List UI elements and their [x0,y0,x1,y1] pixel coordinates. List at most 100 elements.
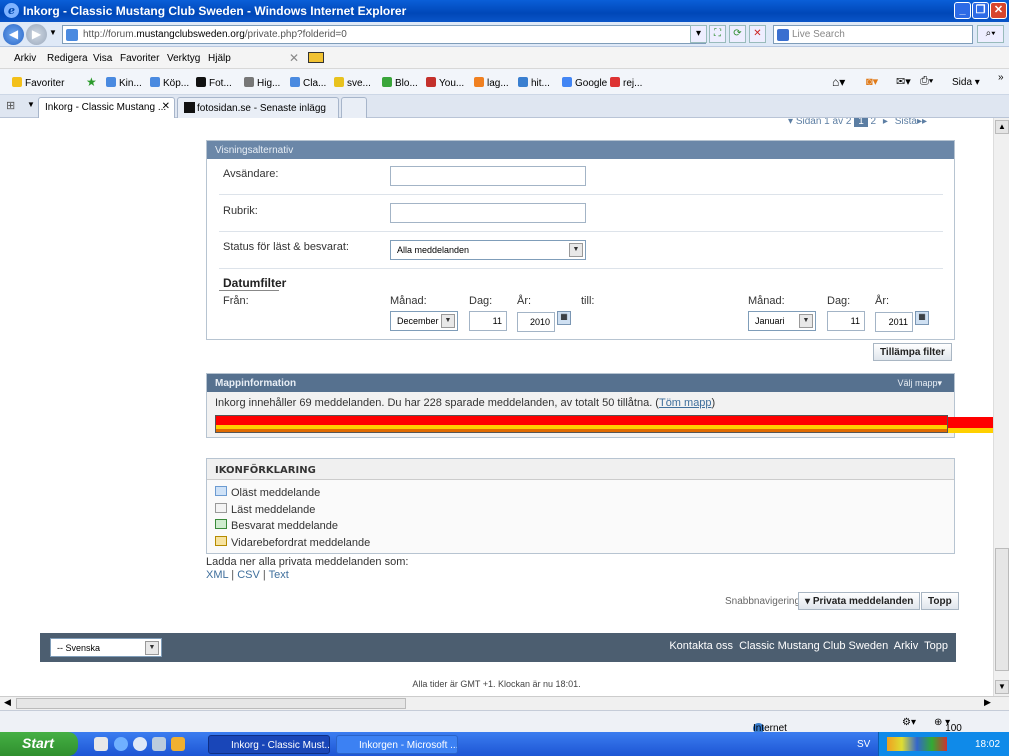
close-icon[interactable]: ✕ [990,2,1007,19]
to-year-input[interactable]: 2011 [875,312,913,332]
from-month-select[interactable]: December ▼ [390,311,458,331]
stop-icon[interactable]: ✕ [749,25,766,43]
add-favorite-icon[interactable]: ★ [86,75,97,89]
fav-item-1[interactable]: Köp... [150,77,189,89]
search-go-icon[interactable]: ⌕▾ [977,25,1004,43]
download-text-link[interactable]: Text [269,569,289,581]
folder-quicklaunch-icon[interactable] [171,737,185,751]
from-day-input[interactable]: 11 [469,311,507,331]
private-messages-button[interactable]: ▾ Privata meddelanden [798,592,921,610]
maximize-icon[interactable]: ❐ [972,2,989,19]
close-toolbar-icon[interactable]: ✕ [289,51,299,65]
task-outlook[interactable]: Inkorgen - Microsoft ... [336,735,458,754]
fav-item-5[interactable]: sve... [334,77,371,89]
fav-item-9[interactable]: hit... [518,77,550,89]
apply-filter-button[interactable]: Tillämpa filter [873,343,952,361]
mail-icon[interactable]: ✉▾ [896,75,911,88]
address-input[interactable]: http://forum.mustangclubsweden.org/priva… [62,25,706,44]
back-icon[interactable]: ◀ [3,24,24,45]
compatibility-icon[interactable]: ⛶ [709,25,726,43]
address-dropdown-icon[interactable]: ▾ [690,25,707,43]
vertical-scrollbar[interactable]: ▲ ▼ [993,118,1009,696]
page-menu-label: Sida [952,77,973,88]
scroll-right-icon[interactable]: ▶ [984,697,991,708]
toolbar-overflow-icon[interactable]: » [998,72,1004,83]
archive-link[interactable]: Arkiv [894,640,918,652]
media-quicklaunch-icon[interactable] [133,737,147,751]
top-button[interactable]: Topp [921,592,959,610]
fav-item-7[interactable]: You... [426,77,464,89]
menu-arkiv[interactable]: Arkiv [14,53,36,64]
download-csv-link[interactable]: CSV [237,569,260,581]
scroll-up-icon[interactable]: ▲ [995,120,1009,134]
minimize-icon[interactable]: _ [954,2,971,19]
quota-overflow [948,417,993,428]
menu-redigera[interactable]: Redigera [47,53,88,64]
scroll-thumb[interactable] [995,548,1009,671]
legend-list: Oläst meddelande Läst meddelande Besvara… [215,485,370,551]
subject-input[interactable] [390,203,586,223]
download-xml-link[interactable]: XML [206,569,228,581]
fav-item-6[interactable]: Blo... [382,77,418,89]
quicklaunch-icon[interactable] [94,737,108,751]
forward-icon[interactable]: ▶ [26,24,47,45]
ie-quicklaunch-icon[interactable] [114,737,128,751]
page-2-link[interactable]: 2 [871,118,877,127]
menu-verktyg[interactable]: Verktyg [167,53,200,64]
club-home-link[interactable]: Classic Mustang Club Sweden [739,640,888,652]
history-dropdown-icon[interactable]: ▼ [49,28,57,37]
language-select[interactable]: -- Svenska ▼ [50,638,162,657]
feeds-icon[interactable]: ◙▾ [866,75,878,88]
tab-list-icon[interactable]: ▼ [27,100,35,109]
page-menu[interactable]: Sida ▾ [952,77,980,88]
outlook-quicklaunch-icon[interactable] [152,737,166,751]
to-day-input[interactable]: 11 [827,311,865,331]
fav-item-2[interactable]: Fot... [196,77,232,89]
contact-link[interactable]: Kontakta oss [669,640,733,652]
print-icon[interactable]: ⎙▾ [920,75,933,88]
calendar-icon[interactable]: ▦ [557,311,571,325]
refresh-icon[interactable]: ⟳ [729,25,746,43]
scroll-left-icon[interactable]: ◀ [4,697,11,708]
status-select[interactable]: Alla meddelanden ▼ [390,240,586,260]
fav-item-10[interactable]: Google [562,77,607,89]
language-indicator[interactable]: SV [857,739,870,750]
calendar-icon[interactable]: ▦ [915,311,929,325]
read-message-icon [215,502,227,513]
next-page-icon[interactable]: ▸ [883,118,888,127]
home-icon[interactable]: ⌂▾ [832,75,845,89]
empty-folder-link[interactable]: Töm mapp [659,397,712,409]
search-input[interactable]: Live Search [773,25,973,44]
tab-fotosidan[interactable]: fotosidan.se - Senaste inlägg [177,97,339,118]
download-links: XML | CSV | Text [206,569,289,581]
favorites-button[interactable]: Favoriter [12,77,64,89]
from-year-input[interactable]: 2010 [517,312,555,332]
toolbar-addon-icon[interactable] [308,52,324,63]
last-page-link[interactable]: Sista [895,118,917,127]
hscroll-thumb[interactable] [16,698,406,709]
tray-icons[interactable] [887,737,947,751]
fav-item-3[interactable]: Hig... [244,77,280,89]
to-month-select[interactable]: Januari ▼ [748,311,816,331]
quick-tabs-icon[interactable]: ⊞ [6,99,15,112]
sender-input[interactable] [390,166,586,186]
menu-hjalp[interactable]: Hjälp [208,53,231,64]
fav-item-0[interactable]: Kin... [106,77,142,89]
zoom-control[interactable]: ⊕ 100 % ▾ [934,717,962,745]
task-inkorg[interactable]: Inkorg - Classic Must... [208,735,330,754]
tab-inkorg[interactable]: Inkorg - Classic Mustang ... ✕ [38,97,175,118]
close-tab-icon[interactable]: ✕ [162,101,170,112]
menu-favoriter[interactable]: Favoriter [120,53,159,64]
fav-item-4[interactable]: Cla... [290,77,326,89]
footer-top-link[interactable]: Topp [924,640,948,652]
menu-visa[interactable]: Visa [93,53,112,64]
fav-item-8[interactable]: lag... [474,77,509,89]
fav-item-11[interactable]: rej... [610,77,642,89]
start-button[interactable]: Start [0,732,78,756]
protected-mode-icon[interactable]: ⚙▾ [902,717,916,728]
horizontal-scrollbar[interactable]: ◀ ▶ [0,696,1009,710]
new-tab-button[interactable] [341,97,367,118]
scroll-down-icon[interactable]: ▼ [995,680,1009,694]
choose-folder-menu[interactable]: Välj mapp▾ [897,378,942,389]
page-1-link[interactable]: 1 [854,118,868,127]
